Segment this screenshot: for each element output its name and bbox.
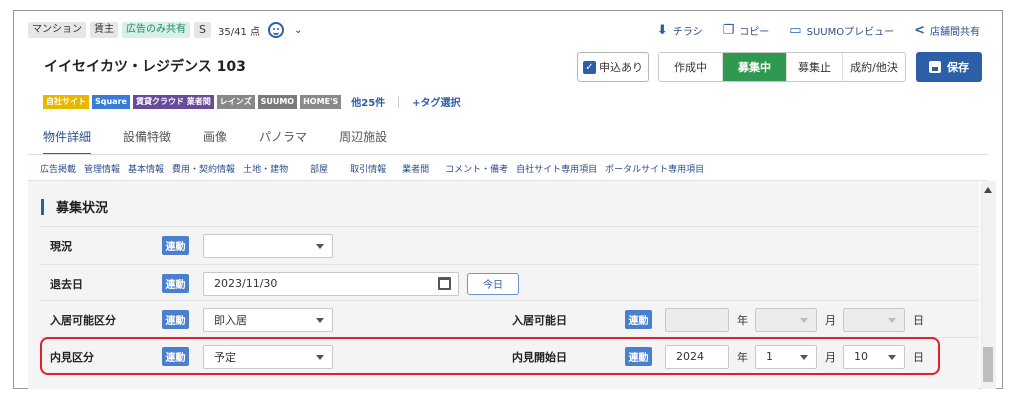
divider (398, 95, 400, 108)
type-tag: マンション (28, 22, 86, 38)
monitor-icon: ▭ (789, 22, 802, 38)
apply-checkbox-label: 申込あり (599, 61, 643, 74)
site-tag: SUUMO (257, 94, 298, 109)
section-title: 募集状況 (56, 201, 109, 216)
top-actions: ⬇ チラシ ❐ コピー ▭ SUUMOプレビュー < 店舗間共有 (657, 21, 980, 39)
move-in-year-input[interactable] (665, 307, 729, 332)
download-icon: ⬇ (656, 22, 668, 38)
flyer-label: チラシ (672, 26, 703, 38)
section-nav: 広告掲載 管理情報 基本情報 費用・契約情報 土地・建物 部屋 取引情報 業者間… (40, 162, 704, 175)
scroll-up-icon[interactable] (984, 187, 992, 193)
field-label: 入居可能日 (512, 313, 567, 327)
chevron-down-icon (888, 317, 896, 323)
tabs-divider (28, 154, 988, 155)
smile-icon[interactable] (267, 22, 284, 38)
status-stopped-button[interactable]: 募集止 (787, 53, 843, 81)
move-in-month-select[interactable] (755, 307, 817, 332)
chevron-down-icon (316, 317, 324, 323)
site-tag-row: 自社サイト Square 賃貸クラウド 業者間 レインズ SUUMO HOME'… (43, 94, 461, 109)
site-tag: 賃貸クラウド 業者間 (132, 94, 214, 109)
tab-images[interactable]: 画像 (203, 128, 227, 155)
site-tag: HOME'S (300, 94, 342, 109)
save-icon (929, 61, 941, 73)
rank-badge: S (194, 22, 211, 38)
ad-share-tag: 広告のみ共有 (122, 22, 190, 38)
link-badge: 連動 (162, 236, 189, 255)
form-row-status: 現況 連動 (40, 226, 979, 264)
section-nav-link[interactable]: 業者間 (402, 162, 429, 175)
store-share-button[interactable]: < 店舗間共有 (914, 23, 980, 38)
section-nav-link[interactable]: 取引情報 (350, 162, 386, 175)
tab-property-details[interactable]: 物件詳細 (43, 128, 92, 155)
copy-label: コピー (739, 26, 770, 38)
suumo-preview-label: SUUMOプレビュー (806, 26, 895, 38)
save-label: 保存 (947, 61, 969, 74)
check-icon: ✓ (583, 60, 596, 74)
year-unit: 年 (737, 313, 748, 327)
copy-button[interactable]: ❐ コピー (723, 23, 770, 38)
site-tag: Square (92, 94, 130, 109)
section-nav-link[interactable]: 土地・建物 (243, 162, 288, 175)
scroll-thumb[interactable] (983, 347, 993, 382)
link-badge: 連動 (162, 274, 189, 293)
section-nav-link[interactable]: 自社サイト専用項目 (516, 162, 597, 175)
link-badge: 連動 (625, 310, 652, 329)
section-nav-link[interactable]: 管理情報 (84, 162, 120, 175)
status-draft-button[interactable]: 作成中 (659, 53, 723, 81)
move-in-type-value: 即入居 (214, 313, 247, 327)
store-share-label: 店舗間共有 (930, 26, 980, 38)
tab-equipment[interactable]: 設備特徴 (123, 128, 171, 155)
day-unit: 日 (913, 313, 924, 327)
month-unit: 月 (825, 313, 836, 327)
section-nav-link[interactable]: ポータルサイト専用項目 (605, 162, 704, 175)
chevron-down-icon (316, 243, 324, 249)
copy-icon: ❐ (722, 22, 735, 38)
field-label: 退去日 (50, 277, 83, 291)
chevron-down-icon (800, 317, 808, 323)
status-recruiting-button[interactable]: 募集中 (723, 53, 787, 81)
section-nav-link[interactable]: 費用・契約情報 (172, 162, 235, 175)
move-out-date-input[interactable]: 2023/11/30 (203, 271, 459, 296)
status-contracted-button[interactable]: 成約/他決 (843, 53, 905, 81)
section-nav-link[interactable]: 広告掲載 (40, 162, 76, 175)
page-title: イイセイカツ・レジデンス 103 (44, 59, 246, 75)
highlight-box (40, 337, 940, 375)
section-nav-link[interactable]: コメント・備考 (445, 162, 508, 175)
move-in-day-select[interactable] (843, 307, 905, 332)
flyer-button[interactable]: ⬇ チラシ (657, 23, 703, 38)
section-nav-link[interactable]: 部屋 (310, 162, 328, 175)
today-button[interactable]: 今日 (467, 272, 519, 295)
move-in-type-select[interactable]: 即入居 (203, 307, 333, 332)
property-meta-row: マンション 賃主 広告のみ共有 S 35/41 点 ⌄ (28, 21, 302, 39)
vertical-scrollbar[interactable] (980, 181, 996, 389)
suumo-preview-button[interactable]: ▭ SUUMOプレビュー (789, 23, 894, 38)
main-tabs: 物件詳細 設備特徴 画像 パノラマ 周辺施設 (43, 128, 387, 155)
move-out-date-value: 2023/11/30 (214, 277, 278, 290)
field-label: 入居可能区分 (50, 313, 116, 327)
site-tag: 自社サイト (43, 94, 89, 109)
chevron-down-icon[interactable]: ⌄ (294, 25, 302, 36)
link-badge: 連動 (162, 310, 189, 329)
calendar-icon[interactable] (438, 276, 451, 290)
form-row-move-in: 入居可能区分 連動 即入居 入居可能日 連動 年 月 日 (40, 300, 979, 338)
current-status-select[interactable] (203, 233, 333, 258)
tab-surroundings[interactable]: 周辺施設 (339, 128, 387, 155)
score-text: 35/41 点 (217, 26, 260, 38)
section-accent-bar (41, 198, 44, 215)
tab-panorama[interactable]: パノラマ (259, 128, 307, 155)
owner-tag: 賃主 (90, 22, 118, 38)
form-row-move-out: 退去日 連動 2023/11/30 今日 (40, 264, 979, 302)
tag-select-link[interactable]: +タグ選択 (412, 94, 460, 109)
section-heading: 募集状況 (41, 197, 108, 216)
section-nav-link[interactable]: 基本情報 (128, 162, 164, 175)
status-controls: ✓ 申込あり 作成中 募集中 募集止 成約/他決 保存 (577, 52, 982, 82)
share-icon: < (914, 22, 925, 38)
more-sites-link[interactable]: 他25件 (351, 94, 385, 109)
apply-checkbox[interactable]: ✓ 申込あり (577, 52, 649, 82)
status-segment: 作成中 募集中 募集止 成約/他決 (658, 52, 906, 82)
field-label: 現況 (50, 239, 72, 253)
site-tag: レインズ (216, 94, 255, 109)
save-button[interactable]: 保存 (916, 52, 982, 82)
